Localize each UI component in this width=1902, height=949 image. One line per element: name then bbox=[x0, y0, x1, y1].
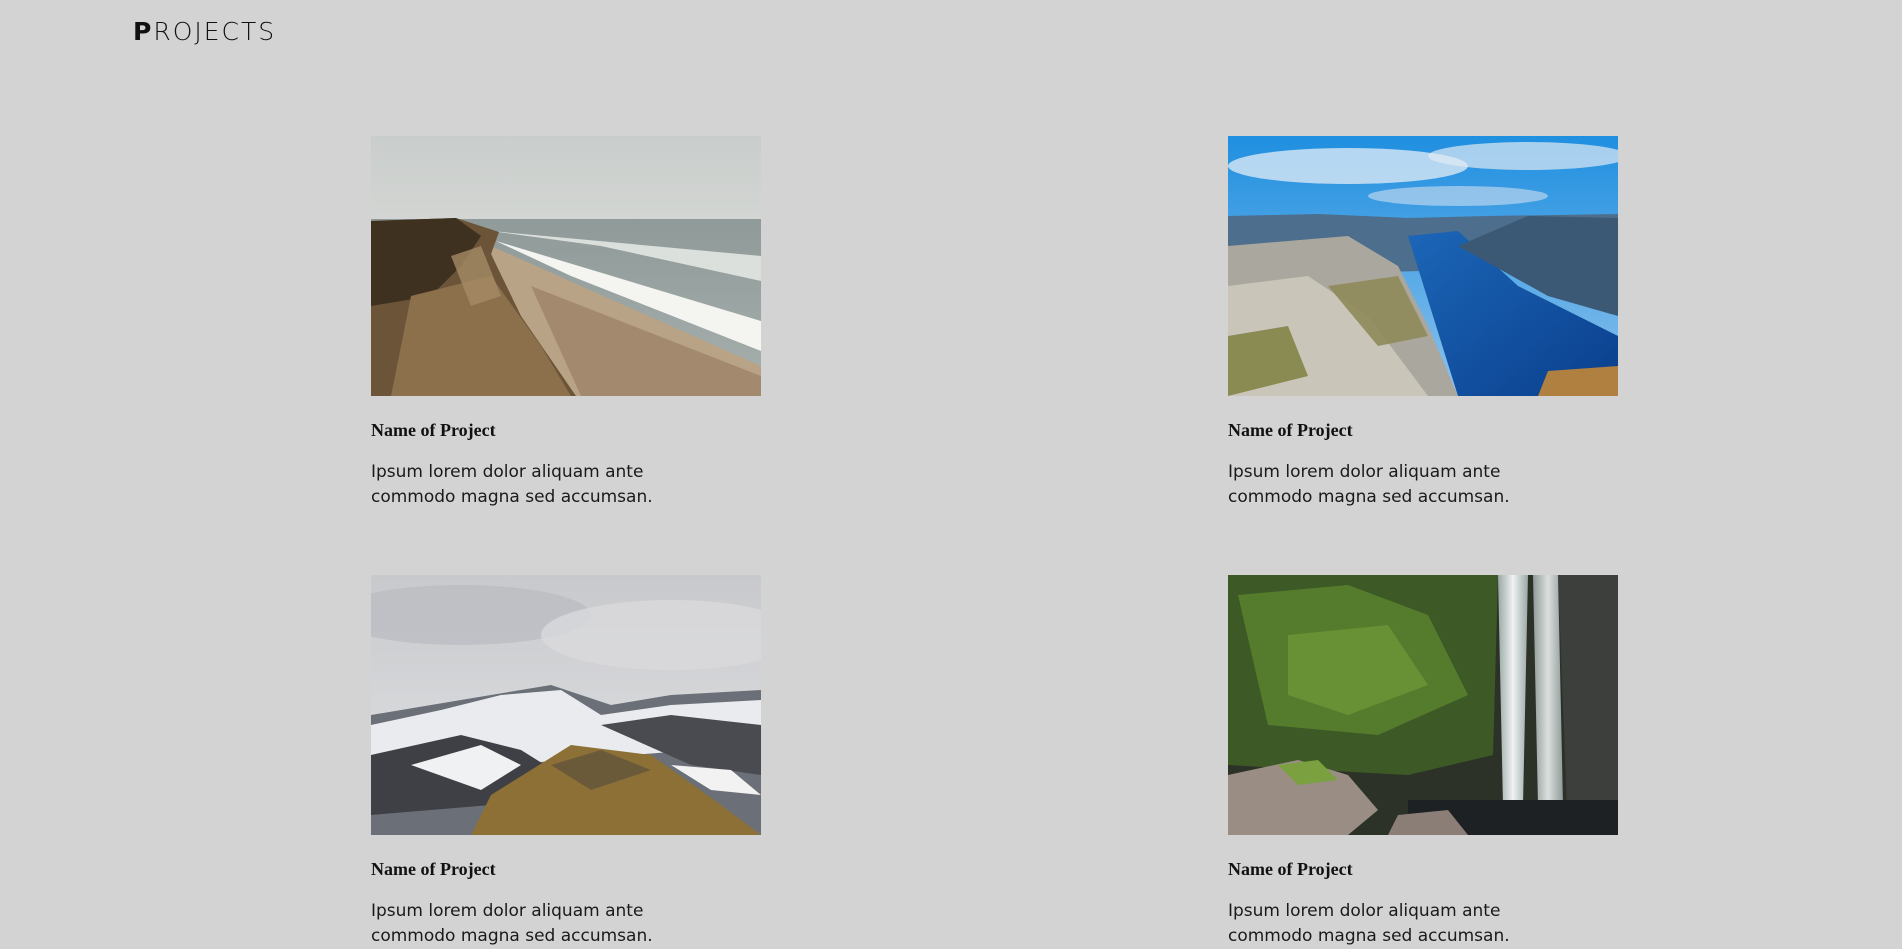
project-image-link[interactable] bbox=[371, 575, 761, 835]
project-title[interactable]: Name of Project bbox=[371, 419, 761, 441]
project-image-link[interactable] bbox=[1228, 136, 1618, 396]
project-image-link[interactable] bbox=[371, 136, 761, 396]
project-card: Name of Project Ipsum lorem dolor aliqua… bbox=[1228, 136, 1618, 510]
project-description: Ipsum lorem dolor aliquam ante commodo m… bbox=[371, 462, 653, 507]
project-title[interactable]: Name of Project bbox=[1228, 419, 1618, 441]
project-description: Ipsum lorem dolor aliquam ante commodo m… bbox=[1228, 901, 1510, 946]
project-card: Name of Project Ipsum lorem dolor aliqua… bbox=[371, 136, 761, 510]
coastal-cliff-beach-photo bbox=[371, 136, 761, 396]
project-description: Ipsum lorem dolor aliquam ante commodo m… bbox=[371, 901, 653, 946]
project-description: Ipsum lorem dolor aliquam ante commodo m… bbox=[1228, 462, 1510, 507]
project-card: Name of Project Ipsum lorem dolor aliqua… bbox=[1228, 575, 1618, 949]
logo-text: ROJECTS bbox=[153, 16, 277, 46]
project-card: Name of Project Ipsum lorem dolor aliqua… bbox=[371, 575, 761, 949]
site-header: PROJECTS bbox=[133, 14, 276, 48]
logo[interactable]: PROJECTS bbox=[133, 17, 276, 46]
snowy-mountain-ridge-photo bbox=[371, 575, 761, 835]
mossy-waterfall-photo bbox=[1228, 575, 1618, 835]
project-title[interactable]: Name of Project bbox=[1228, 858, 1618, 880]
project-image-link[interactable] bbox=[1228, 575, 1618, 835]
project-title[interactable]: Name of Project bbox=[371, 858, 761, 880]
fjord-river-cliff-photo bbox=[1228, 136, 1618, 396]
logo-initial: P bbox=[133, 16, 154, 46]
